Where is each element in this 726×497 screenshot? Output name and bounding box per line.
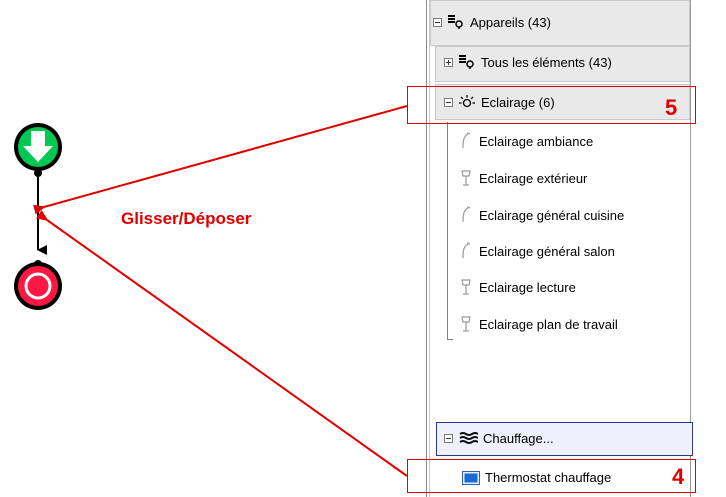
flow-overlay bbox=[14, 105, 408, 477]
start-node-icon[interactable] bbox=[14, 123, 62, 177]
drag-arrow-thermostat bbox=[35, 210, 408, 477]
stop-node-icon[interactable] bbox=[14, 260, 62, 310]
drag-arrow-eclairage bbox=[33, 105, 408, 215]
